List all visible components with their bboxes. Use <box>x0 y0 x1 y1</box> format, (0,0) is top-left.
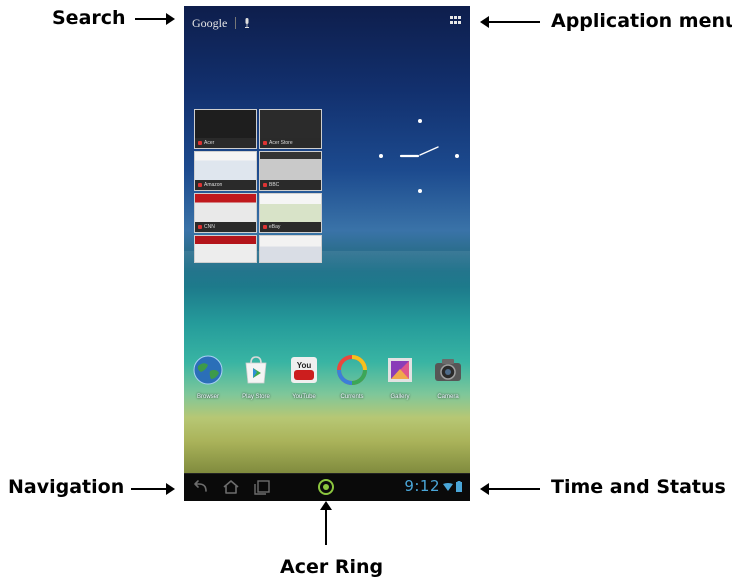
bookmark-tile[interactable]: eBay <box>259 193 322 233</box>
currents-icon <box>337 355 367 385</box>
youtube-logo-text: You <box>297 361 312 370</box>
bookmark-tile[interactable]: CNN <box>194 193 257 233</box>
google-logo[interactable]: Google <box>192 16 227 31</box>
search-separator <box>235 17 237 29</box>
analog-clock-widget[interactable] <box>376 118 464 206</box>
clock-time[interactable]: 9:12 <box>404 477 440 495</box>
app-gallery[interactable]: Gallery <box>382 354 418 400</box>
acer-ring-icon[interactable] <box>317 478 335 496</box>
globe-icon <box>193 355 223 385</box>
home-icon[interactable] <box>221 479 241 495</box>
app-browser[interactable]: Browser <box>190 354 226 400</box>
youtube-icon: You <box>291 357 317 383</box>
callout-application-menu: Application menu <box>551 10 732 32</box>
bookmark-caption: Acer <box>195 138 256 148</box>
arrow-application-menu <box>480 16 540 28</box>
wifi-icon[interactable] <box>443 483 453 491</box>
bookmark-caption: CNN <box>195 222 256 232</box>
app-label: Gallery <box>390 394 410 400</box>
system-bar: 9:12 <box>184 473 470 501</box>
callout-search: Search <box>52 7 126 29</box>
battery-icon[interactable] <box>456 481 462 492</box>
app-label: Play Store <box>242 394 270 400</box>
bookmark-tile[interactable] <box>194 235 257 263</box>
app-camera[interactable]: Camera <box>430 354 466 400</box>
gallery-icon <box>388 358 412 382</box>
bookmark-caption: BBC <box>260 180 321 190</box>
recent-apps-icon[interactable] <box>252 479 272 495</box>
arrow-search <box>135 13 175 25</box>
app-label: YouTube <box>292 394 316 400</box>
annotated-screenshot: Search Application menu Navigation Time … <box>0 0 732 581</box>
google-search-bar[interactable]: Google <box>192 14 250 32</box>
app-label: Currents <box>340 394 364 400</box>
arrow-time-and-status <box>480 483 540 495</box>
arrow-acer-ring <box>320 501 332 545</box>
tablet-screen: Google Acer Acer Store Amazon BBC CNN eB… <box>184 6 470 501</box>
back-icon[interactable] <box>190 479 210 495</box>
bookmark-tile[interactable]: BBC <box>259 151 322 191</box>
bookmark-tile[interactable]: Amazon <box>194 151 257 191</box>
app-dock: Browser Play Store You YouTube Currents … <box>190 354 466 400</box>
callout-time-and-status: Time and Status <box>551 476 726 498</box>
app-youtube[interactable]: You YouTube <box>286 354 322 400</box>
app-label: Camera <box>437 394 459 400</box>
bookmark-caption: Acer Store <box>260 138 321 148</box>
app-play-store[interactable]: Play Store <box>238 354 274 400</box>
grid-icon[interactable] <box>450 16 461 24</box>
callout-navigation: Navigation <box>8 476 125 498</box>
browser-bookmarks-widget[interactable]: Acer Acer Store Amazon BBC CNN eBay <box>194 109 322 264</box>
bookmark-caption: Amazon <box>195 180 256 190</box>
microphone-icon[interactable] <box>244 18 250 28</box>
callout-acer-ring: Acer Ring <box>280 556 384 578</box>
bookmark-tile[interactable]: Acer Store <box>259 109 322 149</box>
camera-icon <box>435 359 461 381</box>
app-label: Browser <box>196 394 219 400</box>
bookmark-caption: eBay <box>260 222 321 232</box>
app-currents[interactable]: Currents <box>334 354 370 400</box>
arrow-navigation <box>131 483 175 495</box>
bookmark-tile[interactable]: Acer <box>194 109 257 149</box>
bookmark-tile[interactable] <box>259 235 322 263</box>
play-store-icon <box>245 356 267 384</box>
